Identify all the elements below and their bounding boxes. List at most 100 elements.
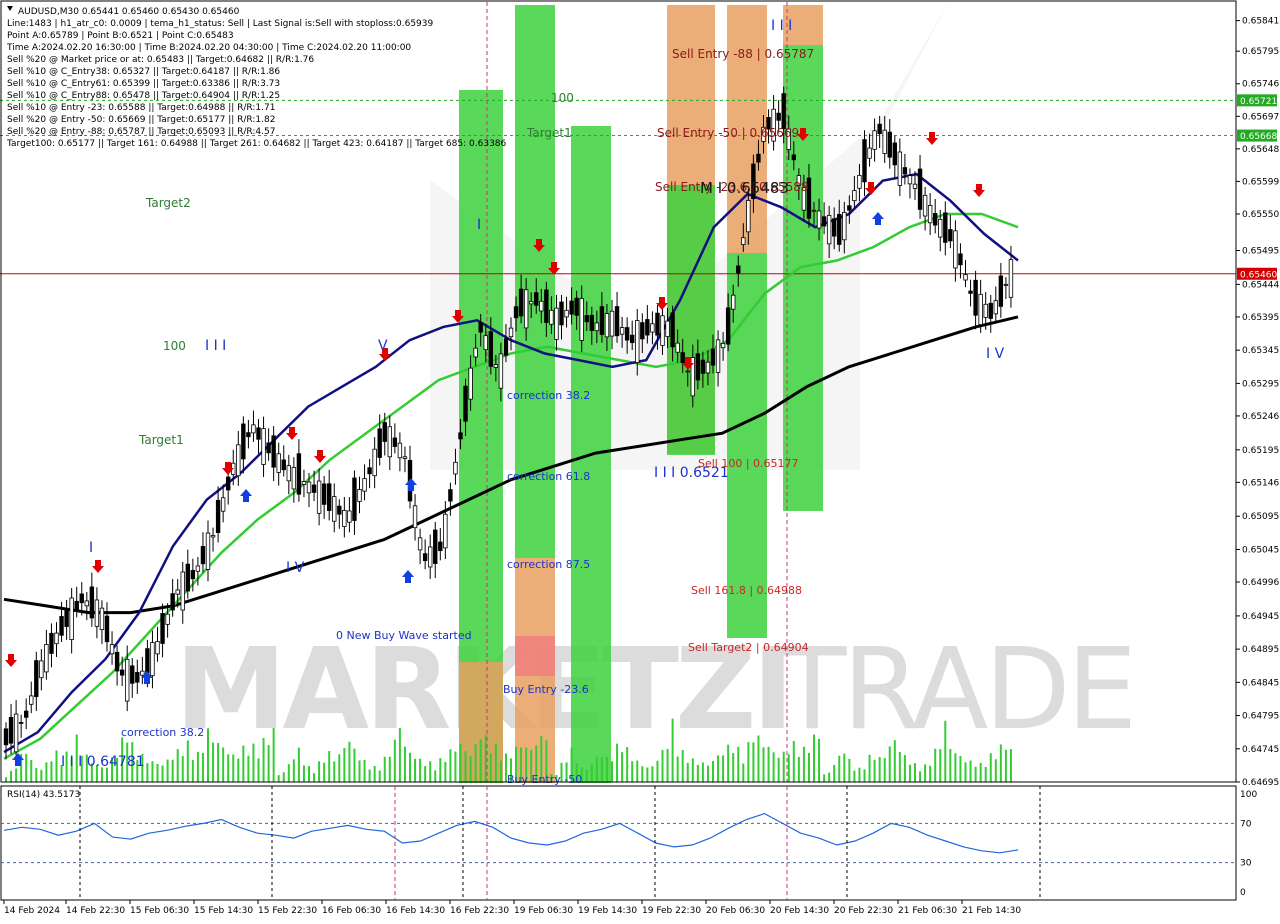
- price-tick-label: 0.65697: [1242, 112, 1279, 122]
- candle-body: [574, 297, 579, 316]
- candle-body: [862, 139, 867, 183]
- candle-body: [700, 359, 706, 374]
- time-tick-label: 20 Feb 14:30: [770, 906, 829, 916]
- price-tick-label: 0.64945: [1242, 612, 1279, 622]
- candle-body: [599, 306, 605, 335]
- price-tick-label: 0.65841: [1242, 17, 1279, 27]
- candle-body: [665, 320, 670, 337]
- candle-body: [579, 298, 584, 341]
- candle-body: [902, 167, 908, 175]
- candle-body: [498, 353, 504, 389]
- candle-body: [326, 483, 332, 511]
- candle-body: [493, 364, 499, 368]
- candle-body: [912, 183, 918, 189]
- candle-body: [933, 213, 938, 226]
- candle-body: [776, 112, 781, 121]
- candle-body: [377, 428, 382, 458]
- chart-annotation: correction 38.2: [507, 389, 590, 402]
- candle-body: [882, 129, 887, 154]
- time-tick-label: 16 Feb 22:30: [450, 906, 509, 916]
- time-tick-label: 19 Feb 22:30: [642, 906, 701, 916]
- time-tick-label: 15 Feb 06:30: [130, 906, 189, 916]
- candle-body: [821, 216, 827, 227]
- candle-body: [715, 339, 721, 373]
- price-tick-label: 0.64895: [1242, 645, 1279, 655]
- candle-body: [549, 309, 554, 325]
- rsi-label: RSI(14) 43.5173: [7, 790, 80, 800]
- header-line: Sell %20 @ Market price or at: 0.65483 |…: [7, 55, 314, 65]
- candle-body: [261, 428, 266, 465]
- candle-body: [150, 642, 155, 677]
- candle-body: [438, 541, 443, 552]
- rsi-axis-label: 0: [1240, 888, 1246, 898]
- candle-body: [584, 315, 589, 323]
- chart-annotation: I I I 0.64781: [61, 754, 145, 770]
- candle-body: [291, 466, 297, 490]
- candle-body: [1008, 259, 1014, 298]
- candle-body: [13, 713, 19, 753]
- price-tick-label: 0.65345: [1242, 346, 1279, 356]
- candle-body: [114, 651, 120, 672]
- candle-body: [99, 607, 105, 631]
- candle-body: [8, 716, 14, 744]
- candle-body: [392, 437, 398, 447]
- candle-body: [49, 632, 54, 654]
- candle-body: [225, 476, 231, 491]
- price-tick-label: 0.65295: [1242, 379, 1279, 389]
- time-tick-label: 15 Feb 14:30: [194, 906, 253, 916]
- price-tick-label: 0.64845: [1242, 678, 1279, 688]
- header-line: Sell %10 @ Entry -23: 0.65588 || Target:…: [7, 103, 275, 113]
- rsi-frame: [0, 785, 1237, 901]
- candle-body: [286, 465, 291, 482]
- candle-body: [998, 275, 1004, 307]
- candle-body: [832, 218, 837, 237]
- candle-body: [276, 453, 281, 473]
- price-tick-label: 0.65195: [1242, 446, 1279, 456]
- chart-root: MARKETZITRADE Target2100I I ITarget1VII …: [0, 0, 1280, 920]
- candle-body: [483, 335, 488, 351]
- chart-annotation: correction 38.2: [121, 726, 204, 739]
- candle-body: [357, 489, 362, 502]
- candle-body: [645, 319, 650, 336]
- candle-body: [963, 274, 968, 281]
- candle-body: [791, 154, 796, 161]
- candle-body: [412, 505, 418, 529]
- candle-body: [301, 481, 307, 485]
- zone-bar: [783, 45, 823, 511]
- header-line: Sell %10 @ C_Entry38: 0.65327 || Target:…: [7, 67, 280, 77]
- candle-body: [387, 426, 392, 458]
- rsi-panel: RSI(14) 43.5173 100 70 30 0: [0, 785, 1257, 901]
- candle-body: [746, 200, 751, 233]
- candle-body: [84, 600, 89, 607]
- candle-body: [907, 175, 913, 185]
- candle-body: [104, 615, 110, 643]
- candle-body: [362, 478, 367, 492]
- header-line: Sell %10 @ C_Entry88: 0.65478 || Target:…: [7, 91, 280, 101]
- candle-body: [650, 323, 655, 333]
- candle-body: [382, 422, 387, 442]
- candle-body: [630, 334, 635, 344]
- candle-body: [246, 432, 251, 438]
- candle-body: [529, 301, 534, 305]
- chart-canvas: MARKETZITRADE Target2100I I ITarget1VII …: [0, 0, 1280, 920]
- candle-body: [125, 658, 130, 702]
- candle-body: [135, 672, 140, 683]
- candle-body: [604, 313, 610, 338]
- candle-body: [200, 546, 206, 565]
- candle-body: [170, 593, 175, 611]
- candle-body: [1003, 283, 1009, 286]
- candle-body: [23, 710, 29, 718]
- candle-body: [160, 612, 165, 644]
- candle-body: [660, 315, 665, 346]
- chart-annotation: V: [378, 338, 388, 354]
- candle-body: [503, 338, 509, 356]
- candle-body: [422, 553, 428, 562]
- time-tick-label: 14 Feb 22:30: [66, 906, 125, 916]
- candle-body: [130, 665, 135, 684]
- candle-body: [241, 423, 246, 460]
- header-line: Sell %10 @ C_Entry61: 0.65399 || Target:…: [7, 79, 280, 89]
- header-line: Point A:0.65789 | Point B:0.6521 | Point…: [7, 31, 234, 41]
- zone-bar: [515, 636, 555, 676]
- candle-body: [109, 644, 115, 655]
- candle-body: [640, 322, 645, 340]
